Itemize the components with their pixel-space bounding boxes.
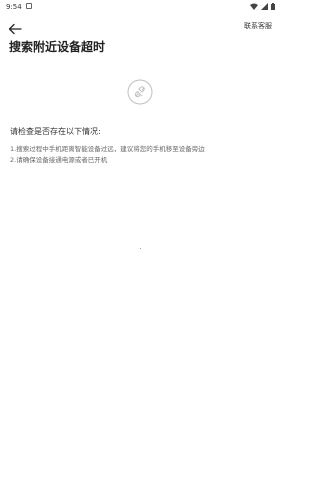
page-title: 搜索附近设备超时	[9, 40, 106, 54]
checklist-item: 2.请确保设备接通电源或者已开机	[10, 156, 108, 164]
battery-icon	[271, 3, 275, 10]
status-icons	[250, 3, 275, 10]
disconnected-plug-icon	[127, 79, 153, 105]
wifi-icon	[250, 3, 258, 10]
notification-app-icon	[26, 3, 32, 9]
signal-icon	[261, 3, 268, 10]
status-bar: 9:54	[0, 0, 281, 14]
loading-indicator	[140, 248, 141, 249]
back-button[interactable]	[8, 20, 22, 35]
customer-service-link[interactable]: 联系客服	[244, 21, 272, 31]
checklist-item: 1.搜索过程中手机距离智能设备过远，建议将您的手机移至设备旁边	[10, 145, 205, 153]
status-time: 9:54	[6, 3, 22, 11]
checklist-title: 请检查是否存在以下情况:	[10, 127, 101, 136]
arrow-left-icon	[8, 23, 22, 35]
